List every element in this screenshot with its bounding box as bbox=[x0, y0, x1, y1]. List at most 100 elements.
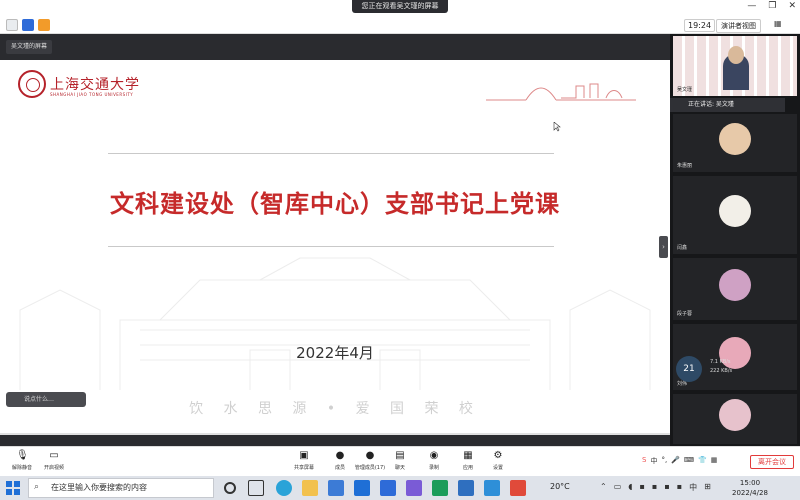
person-icon: ● bbox=[335, 450, 345, 461]
ime-keyboard-icon[interactable]: ⌨ bbox=[684, 456, 694, 466]
university-logo-subtext: SHANGHAI JIAO TONG UNIVERSITY bbox=[50, 92, 134, 97]
security-shield-icon[interactable] bbox=[22, 19, 34, 31]
signal-icon[interactable] bbox=[38, 19, 50, 31]
share-screen-button[interactable]: ▣ 共享屏幕 bbox=[284, 450, 324, 471]
ime-input-icon[interactable]: ⊞ bbox=[704, 482, 711, 493]
ime-toolbar: S 中 °, 🎤 ⌨ 👕 ▦ bbox=[642, 456, 717, 466]
search-icon: ⌕ bbox=[34, 482, 40, 492]
info-icon[interactable] bbox=[6, 19, 18, 31]
tray-app-icon[interactable]: ▪ bbox=[652, 482, 657, 493]
tray-app-icon[interactable]: ▪ bbox=[639, 482, 644, 493]
university-logo-text: 上海交通大学 bbox=[50, 77, 140, 93]
avatar bbox=[719, 123, 751, 155]
participant-tile[interactable] bbox=[673, 394, 797, 444]
file-explorer-icon[interactable] bbox=[302, 480, 318, 496]
participant-name: 闫鑫 bbox=[677, 245, 688, 251]
network-speed-badge[interactable]: 21 bbox=[676, 356, 702, 382]
screen-owner-tag: 吴文瑾的屏幕 bbox=[6, 40, 53, 54]
mouse-cursor-icon bbox=[553, 122, 561, 132]
sogou-ime-icon[interactable]: S bbox=[642, 456, 646, 466]
tray-app-icon[interactable]: ▪ bbox=[664, 482, 669, 493]
participant-tile[interactable]: 段子蓉 bbox=[673, 258, 797, 320]
ime-mode[interactable]: 中 bbox=[650, 456, 657, 466]
collapse-panel-handle[interactable]: › bbox=[659, 236, 668, 258]
people-icon: ● bbox=[365, 450, 375, 461]
participant-panel: 吴文瑾 正在讲话: 吴文瑾 朱惠丽 闫鑫 段子蓉 刘伟 21 7.1 KB/s … bbox=[670, 34, 800, 446]
record-icon: ◉ bbox=[429, 450, 439, 461]
view-mode-button[interactable]: 演讲者视图 bbox=[716, 19, 761, 33]
apps-grid-icon: ▦ bbox=[463, 450, 473, 461]
close-icon[interactable]: ✕ bbox=[788, 1, 796, 14]
active-speaker-tag: 正在讲话: 吴文瑾 bbox=[670, 98, 785, 112]
slide-divider bbox=[108, 246, 554, 247]
participant-tile[interactable]: 闫鑫 bbox=[673, 176, 797, 254]
meeting-top-toolbar: 19:24 演讲者视图 ▦ bbox=[0, 16, 800, 34]
tray-overflow-icon[interactable]: ⌃ bbox=[600, 482, 607, 493]
ime-punct[interactable]: °, bbox=[661, 456, 667, 466]
mail-icon[interactable] bbox=[328, 480, 344, 496]
participant-name: 段子蓉 bbox=[677, 311, 693, 317]
windows-taskbar: 在这里输入你要搜索的内容 ⌕ 20°C ⌃ ▭ ◖ ▪ ▪ ▪ ▪ 中 ⊞ 15… bbox=[0, 476, 800, 500]
share-banner[interactable]: 您正在观看吴文瑾的屏幕 bbox=[352, 0, 448, 13]
taskbar-clock[interactable]: 15:00 2022/4/28 bbox=[732, 478, 768, 498]
grid-layout-icon[interactable]: ▦ bbox=[774, 19, 782, 28]
ime-menu-icon[interactable]: ▦ bbox=[711, 456, 718, 466]
edge-browser-icon[interactable] bbox=[276, 480, 292, 496]
windows-start-icon[interactable] bbox=[6, 481, 20, 495]
slide-bottom-divider bbox=[0, 433, 670, 435]
task-view-icon[interactable] bbox=[248, 480, 264, 496]
start-video-button[interactable]: ▭ 开启视频 bbox=[34, 450, 74, 471]
campus-building-watermark bbox=[19, 257, 651, 390]
network-icon[interactable]: ▭ bbox=[614, 482, 622, 493]
presentation-slide: 上海交通大学 SHANGHAI JIAO TONG UNIVERSITY 文科建… bbox=[0, 60, 670, 435]
settings-button[interactable]: ⚙ 设置 bbox=[478, 450, 518, 471]
app-icon[interactable] bbox=[406, 480, 422, 496]
slide-title: 文科建设处（智库中心）支部书记上党课 bbox=[110, 190, 560, 218]
avatar bbox=[719, 195, 751, 227]
university-emblem-icon bbox=[18, 70, 46, 98]
ime-skin-icon[interactable]: 👕 bbox=[698, 456, 707, 466]
chat-icon: ▤ bbox=[395, 450, 405, 461]
avatar bbox=[719, 399, 751, 431]
app-icon[interactable] bbox=[484, 480, 500, 496]
microphone-muted-icon: 🎙 bbox=[16, 450, 29, 461]
window-title-bar: 您正在观看吴文瑾的屏幕 — ❐ ✕ bbox=[0, 0, 800, 16]
minimize-icon[interactable]: — bbox=[747, 1, 756, 14]
participant-tile[interactable]: 吴文瑾 bbox=[673, 36, 797, 96]
ime-voice-icon[interactable]: 🎤 bbox=[671, 456, 680, 466]
ime-language-indicator[interactable]: 中 bbox=[689, 482, 697, 493]
meeting-timer: 19:24 bbox=[684, 19, 716, 32]
slide-date: 2022年4月 bbox=[296, 344, 374, 362]
taskbar-search-input[interactable]: 在这里输入你要搜索的内容 bbox=[28, 478, 214, 498]
participant-name: 朱惠丽 bbox=[677, 163, 693, 169]
slide-motto: 饮 水 思 源 • 爱 国 荣 校 bbox=[189, 401, 481, 417]
chat-input[interactable]: 说点什么… bbox=[6, 392, 86, 407]
window-controls: — ❐ ✕ bbox=[747, 1, 796, 14]
meeting-app-icon[interactable] bbox=[380, 480, 396, 496]
participant-name: 吴文瑾 bbox=[677, 87, 693, 93]
volume-icon[interactable]: ◖ bbox=[628, 482, 632, 493]
store-icon[interactable] bbox=[354, 480, 370, 496]
gear-icon: ⚙ bbox=[493, 450, 503, 461]
taskbar-time: 15:00 bbox=[739, 479, 761, 487]
restore-icon[interactable]: ❐ bbox=[768, 1, 776, 14]
wechat-icon[interactable] bbox=[432, 480, 448, 496]
upload-speed: 7.1 KB/s bbox=[710, 359, 731, 365]
app-icon[interactable] bbox=[458, 480, 474, 496]
leave-meeting-button[interactable]: 离开会议 bbox=[750, 455, 794, 469]
camera-off-icon: ▭ bbox=[49, 450, 59, 461]
system-tray: ⌃ ▭ ◖ ▪ ▪ ▪ ▪ 中 ⊞ bbox=[600, 482, 711, 493]
campus-gate-sketch bbox=[486, 83, 636, 101]
network-stats: 7.1 KB/s 222 KB/s bbox=[710, 358, 732, 376]
tray-app-icon[interactable]: ▪ bbox=[677, 482, 682, 493]
avatar bbox=[719, 269, 751, 301]
app-icon[interactable] bbox=[510, 480, 526, 496]
participant-tile[interactable]: 朱惠丽 bbox=[673, 114, 797, 172]
slide-divider bbox=[108, 153, 554, 154]
taskbar-date: 2022/4/28 bbox=[732, 489, 768, 497]
participant-face bbox=[728, 46, 744, 64]
cortana-icon[interactable] bbox=[224, 482, 236, 494]
screen-share-icon: ▣ bbox=[299, 450, 309, 461]
download-speed: 222 KB/s bbox=[710, 368, 733, 374]
weather-widget[interactable]: 20°C bbox=[550, 482, 570, 491]
